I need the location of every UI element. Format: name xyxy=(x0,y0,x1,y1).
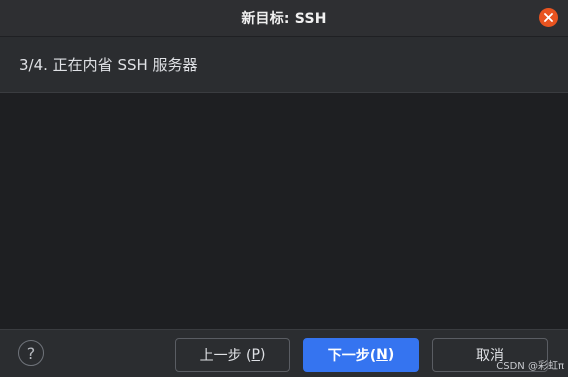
new-target-dialog: 新目标: SSH 3/4. 正在内省 SSH 服务器 ? 上一步 (P) 下一步… xyxy=(0,0,568,377)
previous-button[interactable]: 上一步 (P) xyxy=(175,338,290,372)
previous-button-mnemonic: P xyxy=(251,347,260,363)
close-button[interactable] xyxy=(539,8,558,27)
step-header: 3/4. 正在内省 SSH 服务器 xyxy=(0,37,568,93)
previous-button-suffix: ) xyxy=(259,347,266,363)
next-button-suffix: ) xyxy=(387,347,395,363)
next-button-label: 下一步( xyxy=(327,348,377,364)
title-bar[interactable]: 新目标: SSH xyxy=(0,0,568,37)
close-icon xyxy=(544,13,553,22)
step-indicator: 3/4. 正在内省 SSH 服务器 xyxy=(19,56,198,74)
help-button[interactable]: ? xyxy=(18,340,44,366)
next-button[interactable]: 下一步(N) xyxy=(303,338,419,372)
watermark: CSDN @彩虹π xyxy=(496,361,564,372)
dialog-footer: ? 上一步 (P) 下一步(N) 取消 CSDN @彩虹π xyxy=(0,329,568,377)
content-area xyxy=(0,93,568,329)
dialog-title: 新目标: SSH xyxy=(241,11,327,27)
help-icon: ? xyxy=(26,343,36,363)
next-button-mnemonic: N xyxy=(376,347,388,363)
previous-button-label: 上一步 ( xyxy=(199,348,252,364)
